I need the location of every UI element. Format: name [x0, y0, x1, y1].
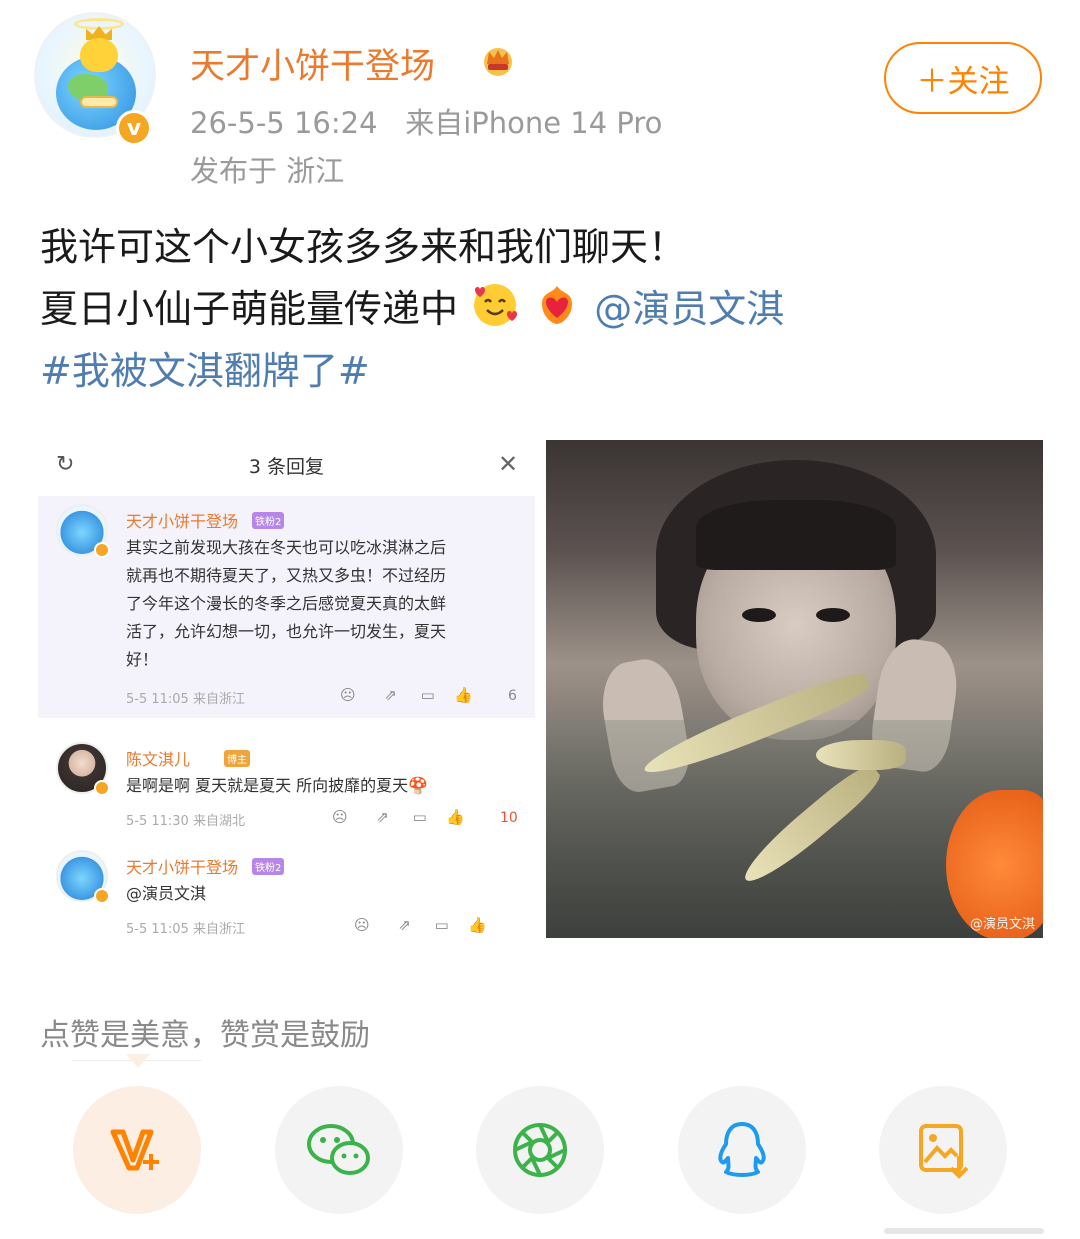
dislike-icon: ☹: [332, 808, 348, 826]
post-text-line2-prefix: 夏日小仙子萌能量传递中: [40, 287, 459, 331]
like-icon: 👍: [467, 916, 487, 934]
mention-link[interactable]: @演员文淇: [594, 287, 784, 331]
comment-author: 天才小饼干登场: [126, 858, 239, 877]
verified-badge-icon: [94, 780, 110, 796]
smiling-face-with-hearts-icon: [474, 284, 518, 326]
share-icon: ⇗: [376, 808, 389, 826]
reward-button[interactable]: [73, 1086, 201, 1214]
reply-screenshot-image[interactable]: ↻ 3 条回复 ✕ 天才小饼干登场 铁粉2 其实之前发现大孩在冬天也可以吃冰淇淋…: [38, 440, 535, 938]
dislike-icon: ☹: [340, 686, 356, 704]
close-icon: ✕: [498, 450, 519, 478]
like-count: 6: [508, 688, 517, 704]
appreciate-text: 点赞是美意，赞赏是鼓励: [40, 1018, 370, 1053]
comment-author: 陈文淇儿: [126, 750, 191, 769]
comment-icon: ▭: [434, 916, 449, 934]
pointer-arrow: [126, 1054, 150, 1068]
fish-shape: [816, 740, 906, 770]
comment-text-line: 好！: [126, 650, 159, 669]
fringe-shape: [696, 500, 896, 570]
comment-text-line: 是啊是啊 夏天就是夏天 所向披靡的夏天🍄: [126, 776, 429, 795]
comment-time: 5-5 11:05: [126, 692, 189, 707]
like-icon: 👍: [445, 808, 465, 826]
post-photo[interactable]: @演员文淇: [546, 440, 1043, 938]
qq-icon: [718, 1122, 766, 1177]
crown-badge-icon: [484, 48, 512, 76]
heart-on-fire-icon: [542, 286, 573, 324]
comment-meta: 5-5 11:05 来自浙江: [126, 688, 245, 707]
reply-count-title: 3 条回复: [248, 456, 325, 478]
verified-badge-icon: [94, 542, 110, 558]
comment-meta: 5-5 11:05 来自浙江: [126, 918, 245, 937]
wechat-icon: [307, 1124, 370, 1175]
comment-author: 天才小饼干登场: [126, 512, 239, 531]
eye-shape: [742, 608, 776, 622]
comment-actions: ☹ ⇗ ▭ 👍: [354, 916, 487, 934]
verified-badge-icon: [94, 888, 110, 904]
fan-badge: 铁粉2: [252, 512, 285, 529]
verified-badge-icon: v: [116, 110, 152, 146]
post-text-line2: 夏日小仙子萌能量传递中 @演员文淇: [40, 278, 1040, 340]
comment-icon: ▭: [420, 686, 435, 704]
comment-text-line: 就再也不期待夏天了，又热又多虫！不过经历: [126, 566, 447, 585]
comment-from: 来自湖北: [192, 814, 245, 829]
comment-icon: ▭: [412, 808, 427, 826]
reply-screenshot-header: ↻ 3 条回复 ✕: [38, 440, 535, 488]
post-meta: 26-5-5 16:24 来自iPhone 14 Pro: [190, 100, 662, 142]
save-image-button[interactable]: [879, 1086, 1007, 1214]
comment-text-line: 了今年这个漫长的冬季之后感觉夏天真的太鲜: [126, 594, 447, 613]
fan-badge: 铁粉2: [252, 858, 285, 875]
comment-time: 5-5 11:05: [126, 922, 189, 937]
photo-watermark: @演员文淇: [969, 917, 1035, 932]
wechat-share-button[interactable]: [275, 1086, 403, 1214]
bone-icon: [80, 96, 118, 108]
follow-button[interactable]: ＋关注: [884, 42, 1042, 114]
comment-from: 来自浙江: [192, 692, 245, 707]
share-icon: ⇗: [398, 916, 411, 934]
qq-share-button[interactable]: [678, 1086, 806, 1214]
like-icon: 👍: [453, 686, 473, 704]
like-count: 10: [500, 810, 518, 826]
comment-text-line: 活了，允许幻想一切，也允许一切发生，夏天: [126, 622, 447, 641]
comment-text-line: 其实之前发现大孩在冬天也可以吃冰淇淋之后: [126, 538, 447, 557]
post-source: 来自iPhone 14 Pro: [405, 106, 663, 140]
topic-link[interactable]: #我被文淇翻牌了#: [40, 349, 370, 393]
moments-share-button[interactable]: [476, 1086, 604, 1214]
share-icon: ⇗: [384, 686, 397, 704]
comment-actions: ☹ ⇗ ▭ 👍: [332, 808, 465, 826]
save-image-icon: [919, 1124, 969, 1179]
comment-actions: ☹ ⇗ ▭ 👍: [340, 686, 473, 704]
eye-shape: [816, 608, 850, 622]
post-text-line1: 我许可这个小女孩多多来和我们聊天！: [40, 225, 687, 269]
post-timestamp: 26-5-5 16:24: [190, 106, 378, 140]
blogger-badge: 博主: [224, 750, 250, 767]
moments-icon: [513, 1123, 567, 1177]
post-location: 发布于 浙江: [190, 154, 345, 188]
reward-icon: [110, 1129, 159, 1171]
home-indicator: [884, 1228, 1044, 1234]
post-text-line3: #我被文淇翻牌了#: [40, 340, 1040, 402]
dislike-icon: ☹: [354, 916, 370, 934]
divider: [38, 718, 535, 732]
duck-icon: [80, 38, 118, 72]
comment-time: 5-5 11:30: [126, 814, 189, 829]
comment-text-line: @演员文淇: [126, 884, 207, 903]
username[interactable]: 天才小饼干登场: [190, 38, 435, 89]
comment-meta: 5-5 11:30 来自湖北: [126, 810, 245, 829]
comment-from: 来自浙江: [192, 922, 245, 937]
